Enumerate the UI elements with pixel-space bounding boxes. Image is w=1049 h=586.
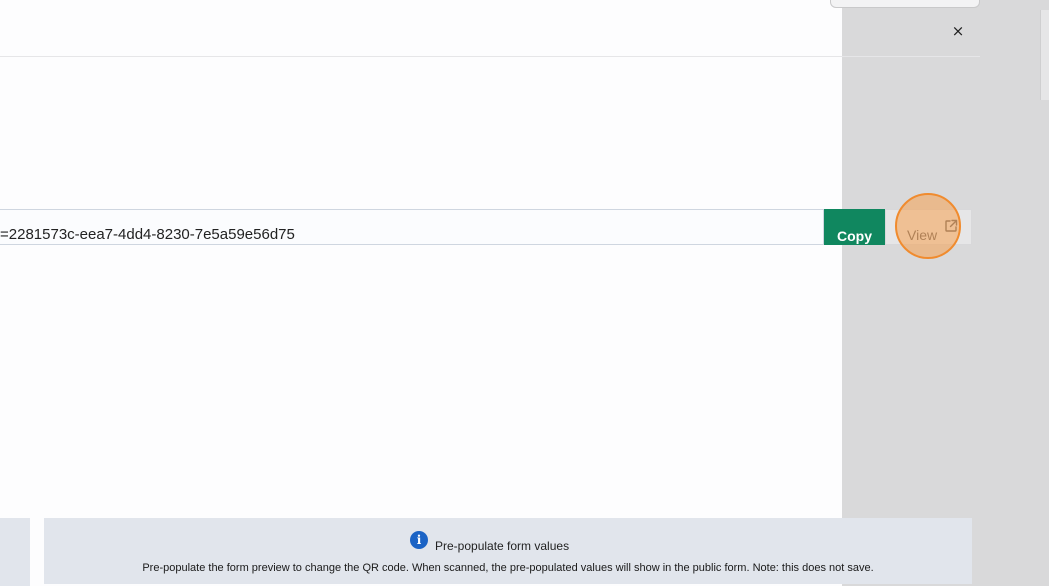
view-button-label: View (907, 227, 938, 243)
view-button[interactable]: View (885, 209, 972, 245)
close-button[interactable]: × (948, 20, 968, 42)
left-panel-stub (0, 518, 30, 586)
modal-backdrop (842, 0, 1049, 586)
modal-header-divider (0, 56, 980, 57)
share-url-field[interactable]: =2281573c-eea7-4dd4-8230-7e5a59e56d75 (0, 209, 824, 245)
backdrop-tab (830, 0, 980, 8)
prepopulate-info-box: i Pre-populate form values Pre-populate … (44, 518, 972, 584)
backdrop-edge (1040, 10, 1049, 100)
external-link-icon (945, 219, 958, 232)
info-icon: i (410, 531, 428, 549)
copy-button[interactable]: Copy (824, 209, 885, 245)
prepopulate-title: Pre-populate form values (435, 539, 570, 553)
prepopulate-description: Pre-populate the form preview to change … (142, 562, 874, 574)
